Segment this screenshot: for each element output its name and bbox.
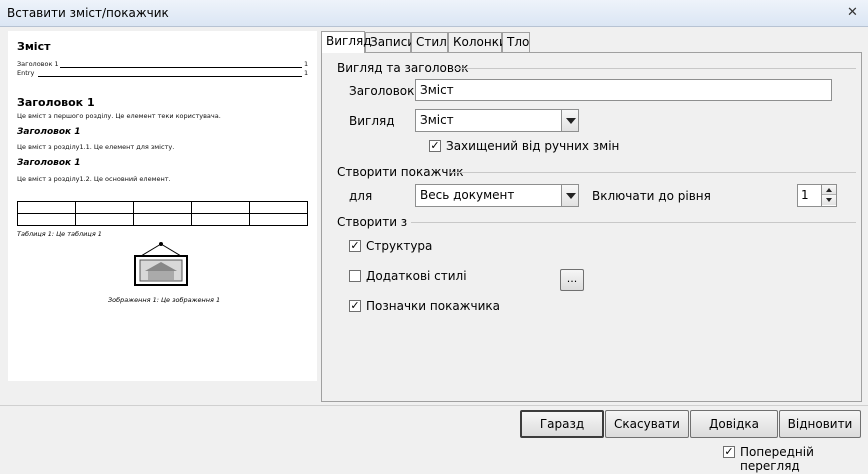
preview-heading: Заголовок 1	[17, 158, 81, 168]
preview-toc-page: 1	[304, 60, 309, 68]
section-divider	[454, 68, 856, 69]
section-divider	[411, 222, 856, 223]
preview-toc-entry: Заголовок 1	[17, 60, 59, 68]
additional-styles-label: Додаткові стилі	[366, 269, 467, 283]
preview-image-caption: Зображення 1: Це зображення 1	[108, 296, 221, 304]
additional-styles-checkbox[interactable]	[349, 270, 361, 282]
title-label: Заголовок	[349, 84, 415, 98]
title-bar: Вставити зміст/покажчик ✕	[0, 0, 868, 27]
preview-toc-leader	[60, 67, 302, 68]
preview-toc-entry: Entry	[17, 69, 35, 77]
levels-value: 1	[801, 188, 809, 202]
section-create-index: Створити покажчик	[337, 165, 464, 179]
chevron-down-icon[interactable]	[561, 110, 578, 131]
preview-text: Це вміст з першого розділу. Це елемент т…	[17, 112, 221, 120]
spin-up-icon[interactable]	[822, 185, 836, 195]
preview-table-caption: Таблиця 1: Це таблиця 1	[17, 230, 102, 238]
type-select[interactable]: Зміст	[415, 109, 579, 132]
preview-label: Попередній перегляд	[740, 445, 814, 473]
bottom-divider	[0, 405, 868, 406]
tab-type[interactable]: Вигляд	[321, 31, 372, 53]
section-divider	[450, 172, 856, 173]
index-marks-label: Позначки покажчика	[366, 299, 500, 313]
assign-styles-button[interactable]: ...	[560, 269, 584, 291]
section-create-from: Створити з	[337, 215, 408, 229]
levels-spinner[interactable]: 1	[797, 184, 837, 207]
tab-entries[interactable]: Записи	[365, 32, 415, 52]
preview-heading: Заголовок 1	[17, 96, 95, 109]
protected-label: Захищений від ручних змін	[446, 139, 620, 153]
spin-down-icon[interactable]	[822, 195, 836, 205]
preview-heading: Заголовок 1	[17, 127, 81, 137]
type-select-value: Зміст	[420, 113, 454, 127]
close-icon[interactable]: ✕	[844, 5, 861, 21]
preview-checkbox[interactable]: ✓	[723, 446, 735, 458]
tab-styles[interactable]: Стилі	[411, 32, 450, 52]
chevron-down-icon[interactable]	[561, 185, 578, 206]
window-title: Вставити зміст/покажчик	[7, 6, 169, 20]
scope-select[interactable]: Весь документ	[415, 184, 579, 207]
preview-text: Це вміст з розділу1.2. Це основний елеме…	[17, 175, 171, 183]
protected-checkbox[interactable]: ✓	[429, 140, 441, 152]
tab-background[interactable]: Тло	[502, 32, 530, 52]
levels-label: Включати до рівня	[592, 189, 711, 203]
preview-table	[17, 201, 308, 226]
scope-select-value: Весь документ	[420, 188, 515, 202]
preview-pane: Зміст Заголовок 1 1 Entry 1 Заголовок 1 …	[8, 31, 317, 381]
preview-toc-page: 1	[304, 69, 309, 77]
picture-frame-icon	[134, 242, 188, 286]
tab-columns[interactable]: Колонки	[448, 32, 507, 52]
for-label: для	[349, 189, 373, 203]
outline-label: Структура	[366, 239, 433, 253]
preview-toc-title: Зміст	[17, 40, 51, 53]
index-marks-checkbox[interactable]: ✓	[349, 300, 361, 312]
title-input[interactable]: Зміст	[415, 79, 832, 101]
outline-checkbox[interactable]: ✓	[349, 240, 361, 252]
ok-button[interactable]: Гаразд	[520, 410, 604, 438]
reset-button[interactable]: Відновити	[779, 410, 861, 438]
preview-text: Це вміст з розділу1.1. Це елемент для зм…	[17, 143, 175, 151]
type-label: Вигляд	[349, 114, 395, 128]
section-type-title: Вигляд та заголовок	[337, 61, 469, 75]
preview-toc-leader	[38, 76, 302, 77]
help-button[interactable]: Довідка	[690, 410, 778, 438]
cancel-button[interactable]: Скасувати	[605, 410, 689, 438]
